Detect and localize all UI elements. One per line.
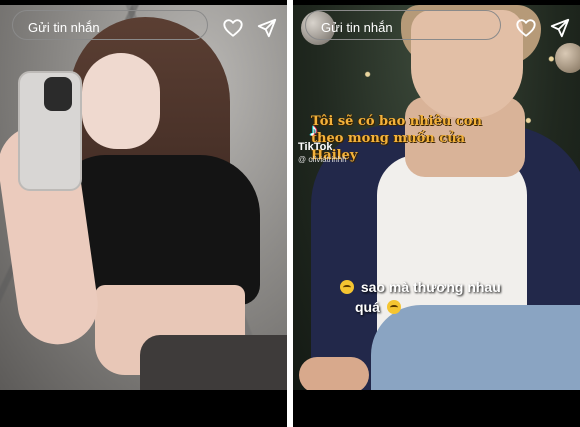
- reply-bar: [0, 397, 287, 427]
- photo-detail-face: [82, 53, 160, 149]
- reply-bar: [293, 397, 580, 427]
- pleading-face-emoji-icon: [340, 280, 354, 294]
- pleading-face-emoji-icon: [386, 300, 401, 314]
- caption-line1: sao mà thương nhau: [360, 279, 501, 295]
- tiktok-label: TikTok: [298, 141, 333, 153]
- tiktok-watermark: ♪ TikTok @ oliviatrinhh: [297, 119, 357, 165]
- send-icon[interactable]: [549, 17, 571, 39]
- tiktok-logo-icon: ♪: [309, 120, 318, 140]
- caption-line2: quá: [355, 299, 380, 315]
- photo-detail-phone-camera: [44, 77, 72, 111]
- message-input[interactable]: Gửi tin nhắn: [12, 10, 208, 40]
- story-panel-left[interactable]: Gửi tin nhắn: [0, 0, 287, 427]
- story-photo-mirror-selfie: [0, 5, 287, 390]
- story-video-frame: Tôi sẽ có bao nhiêu con theo mong muốn c…: [293, 5, 580, 390]
- message-input[interactable]: Gửi tin nhắn: [305, 10, 501, 40]
- heart-icon[interactable]: [222, 17, 244, 39]
- story-panel-right[interactable]: Tôi sẽ có bao nhiêu con theo mong muốn c…: [293, 0, 580, 427]
- video-caption-bottom: sao mà thương nhau quá: [337, 277, 547, 317]
- tiktok-username: @ oliviatrinhh: [298, 155, 347, 164]
- photo-detail-hand: [299, 357, 369, 390]
- send-icon[interactable]: [256, 17, 278, 39]
- photo-detail-ornament: [555, 43, 580, 73]
- heart-icon[interactable]: [515, 17, 537, 39]
- photo-detail-pants: [140, 335, 287, 390]
- photo-detail-jeans: [371, 305, 580, 390]
